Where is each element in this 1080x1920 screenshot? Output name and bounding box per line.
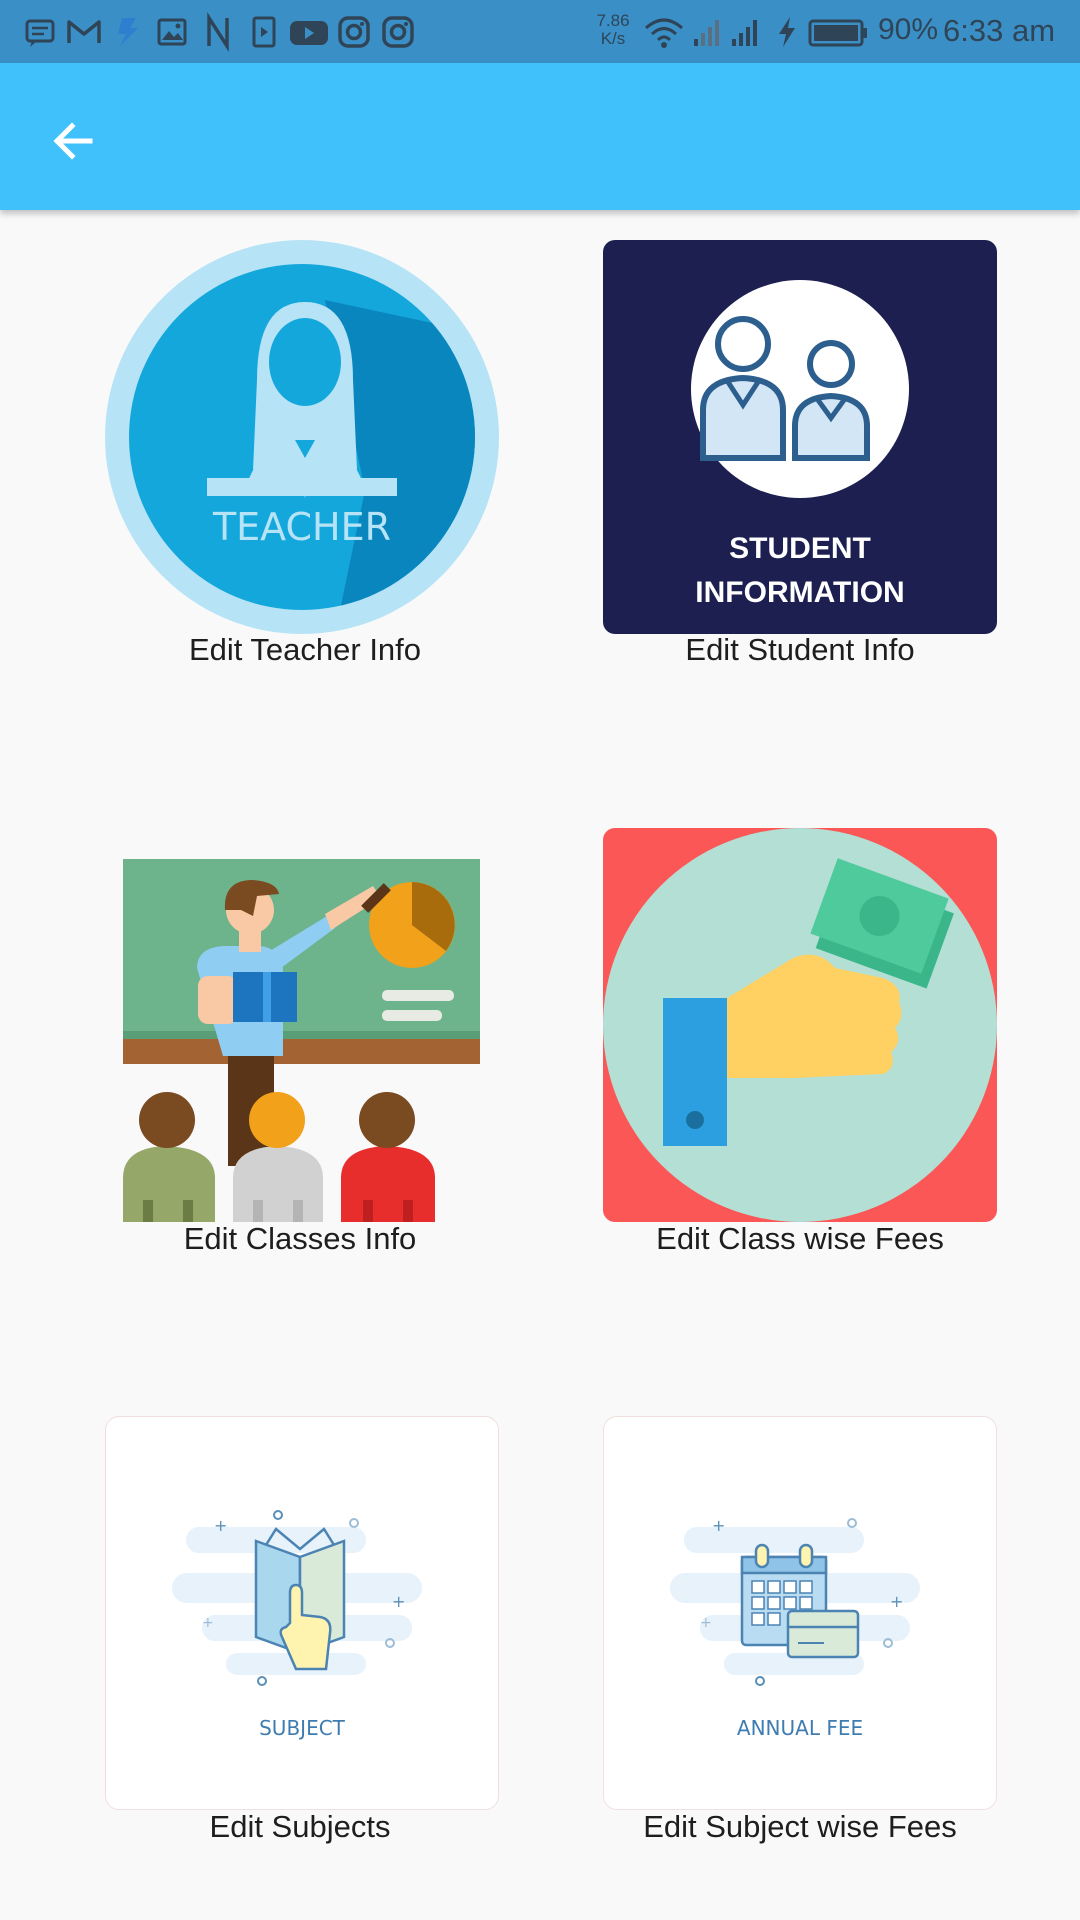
app-bar: [0, 63, 1080, 210]
subject-image-caption: SUBJECT: [259, 1716, 346, 1740]
student-image-caption-line1: STUDENT: [729, 532, 871, 565]
subject-fees-tile[interactable]: + + + ANNUAL FEE: [603, 1416, 997, 1810]
play-store-icon: [252, 16, 276, 48]
battery-icon: [808, 19, 867, 47]
network-speed: 7.86 K/s: [588, 12, 638, 48]
charging-icon: [779, 17, 795, 47]
tile-label[interactable]: Edit Student Info: [570, 632, 1030, 668]
classes-image: [123, 859, 480, 1222]
student-image-caption-line2: INFORMATION: [695, 576, 904, 609]
status-bar: 7.86 K/s 90% 6:33 am: [0, 0, 1080, 63]
tile-label[interactable]: Edit Teacher Info: [75, 632, 535, 668]
back-button[interactable]: [40, 108, 106, 174]
student-image: STUDENT INFORMATION: [691, 280, 909, 609]
clock: 6:33 am: [943, 13, 1056, 48]
youtube-icon: [290, 21, 328, 45]
svg-text:+: +: [712, 1516, 725, 1535]
wifi-icon: [645, 18, 683, 48]
tile-label[interactable]: Edit Subjects: [70, 1809, 530, 1845]
svg-text:+: +: [392, 1592, 405, 1611]
annual-fee-image-caption: ANNUAL FEE: [737, 1716, 863, 1740]
arrow-back-icon: [53, 122, 93, 160]
fees-image: [603, 828, 997, 1222]
annual-fee-image: + + + ANNUAL FEE: [670, 1516, 920, 1740]
svg-text:+: +: [700, 1615, 712, 1631]
message-icon: [25, 19, 55, 47]
instagram-icon: [382, 16, 414, 48]
tile-label[interactable]: Edit Class wise Fees: [570, 1221, 1030, 1257]
battery-percent: 90%: [878, 13, 939, 46]
tile-label[interactable]: Edit Subject wise Fees: [570, 1809, 1030, 1845]
netflix-icon: [207, 12, 229, 52]
subject-image: + + + SUBJECT: [172, 1510, 422, 1740]
network-speed-unit: K/s: [600, 29, 626, 48]
svg-text:+: +: [202, 1615, 214, 1631]
subjects-tile[interactable]: + + + SUBJECT: [105, 1416, 499, 1810]
teacher-image: TEACHER: [105, 240, 499, 634]
tile-label[interactable]: Edit Classes Info: [70, 1221, 530, 1257]
network-speed-value: 7.86: [596, 11, 630, 30]
instagram-icon: [338, 16, 370, 48]
classes-info-tile[interactable]: [105, 828, 499, 1222]
teacher-image-caption: TEACHER: [212, 505, 391, 549]
svg-text:+: +: [214, 1516, 227, 1535]
class-fees-tile[interactable]: [603, 828, 997, 1222]
signal-icon-sim2: [732, 20, 757, 46]
svg-text:+: +: [890, 1592, 903, 1611]
signal-icon-sim1: [694, 20, 719, 46]
teacher-info-tile[interactable]: TEACHER: [105, 240, 499, 634]
bolt-app-icon: [118, 18, 138, 46]
gmail-icon: [67, 20, 101, 43]
gallery-icon: [157, 18, 187, 46]
student-info-tile[interactable]: STUDENT INFORMATION: [603, 240, 997, 634]
